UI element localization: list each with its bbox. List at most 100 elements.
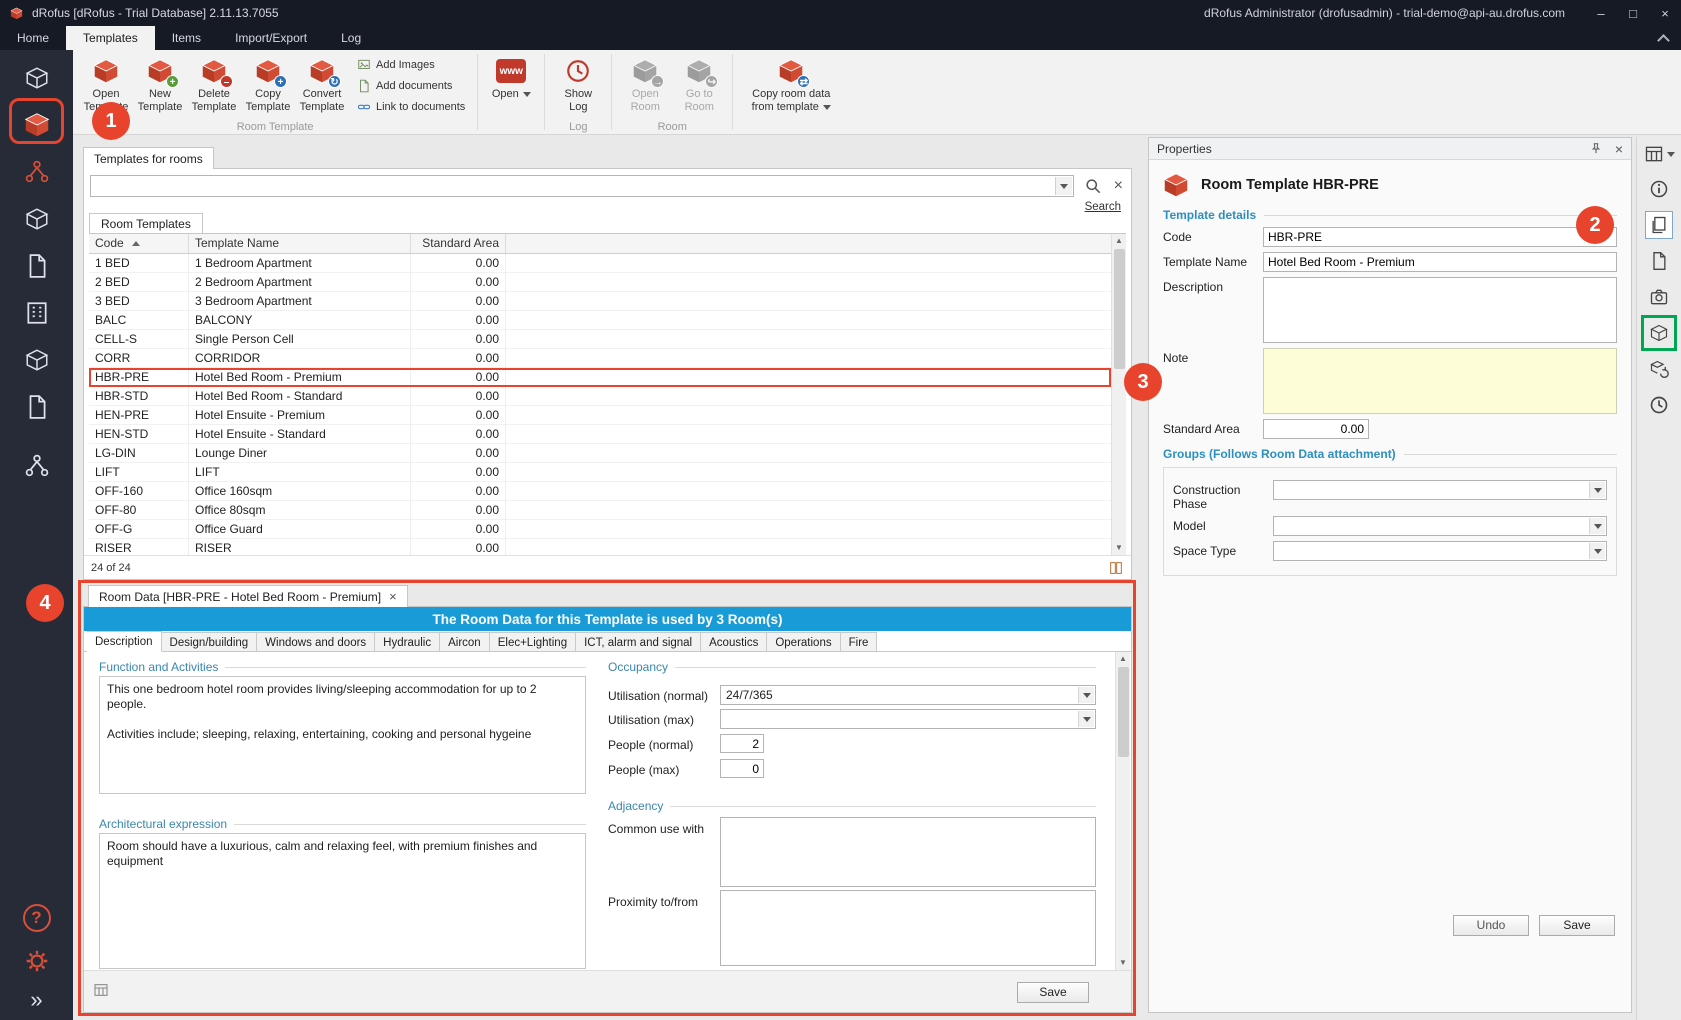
- search-input[interactable]: [92, 177, 1054, 195]
- close-properties-icon[interactable]: ×: [1615, 141, 1623, 157]
- scrollbar-thumb[interactable]: [1118, 667, 1129, 757]
- sidebar-item-reports[interactable]: [0, 387, 73, 427]
- scroll-up-icon[interactable]: ▲: [1115, 234, 1123, 248]
- function-activities-box[interactable]: This one bedroom hotel room provides liv…: [99, 676, 586, 794]
- close-button[interactable]: ×: [1649, 0, 1681, 26]
- sidebar-item-items[interactable]: [0, 152, 73, 192]
- room-templates-tab[interactable]: Room Templates: [89, 213, 203, 233]
- room-data-category-tab[interactable]: Operations: [767, 632, 840, 652]
- table-row[interactable]: 2 BED 2 Bedroom Apartment 0.00: [89, 273, 1111, 292]
- scroll-up-icon[interactable]: ▲: [1119, 652, 1127, 666]
- common-use-textarea[interactable]: [720, 817, 1096, 887]
- ribbon-tab[interactable]: Log: [324, 26, 378, 50]
- undo-button[interactable]: Undo: [1453, 915, 1529, 936]
- table-row[interactable]: BALC BALCONY 0.00: [89, 311, 1111, 330]
- room-data-save-button[interactable]: Save: [1017, 982, 1089, 1003]
- delete-template-button[interactable]: – DeleteTemplate: [187, 53, 241, 114]
- table-row[interactable]: 1 BED 1 Bedroom Apartment 0.00: [89, 254, 1111, 273]
- table-row[interactable]: OFF-80 Office 80sqm 0.00: [89, 501, 1111, 520]
- properties-save-button[interactable]: Save: [1539, 915, 1615, 936]
- add-documents-button[interactable]: Add documents: [357, 79, 465, 93]
- sidebar-item-rooms[interactable]: [0, 58, 73, 98]
- room-data-category-tab[interactable]: Elec+Lighting: [490, 632, 576, 652]
- ribbon-tab[interactable]: Home: [0, 26, 66, 50]
- info-view-icon[interactable]: [1645, 175, 1673, 203]
- properties-view-icon[interactable]: [1645, 211, 1673, 239]
- sidebar-item-room-templates[interactable]: [0, 105, 73, 145]
- column-header-area[interactable]: Standard Area: [411, 234, 506, 253]
- table-row[interactable]: LIFT LIFT 0.00: [89, 463, 1111, 482]
- sidebar-item-systems[interactable]: [0, 340, 73, 380]
- table-row[interactable]: LG-DIN Lounge Diner 0.00: [89, 444, 1111, 463]
- link-to-documents-button[interactable]: Link to documents: [357, 100, 465, 114]
- scroll-down-icon[interactable]: ▼: [1119, 956, 1127, 970]
- column-header-name[interactable]: Template Name: [189, 234, 411, 253]
- goto-room-button[interactable]: ↪ Go toRoom: [672, 53, 726, 114]
- detach-panel-icon[interactable]: [93, 982, 109, 998]
- scroll-down-icon[interactable]: ▼: [1115, 541, 1123, 555]
- search-dropdown-caret-icon[interactable]: [1055, 177, 1072, 195]
- room-data-category-tab[interactable]: ICT, alarm and signal: [576, 632, 701, 652]
- show-log-button[interactable]: ShowLog: [551, 53, 605, 114]
- proximity-textarea[interactable]: [720, 890, 1096, 966]
- space-type-select[interactable]: [1273, 541, 1607, 561]
- table-row[interactable]: HEN-PRE Hotel Ensuite - Premium 0.00: [89, 406, 1111, 425]
- pin-icon[interactable]: [1589, 142, 1603, 156]
- table-row[interactable]: RISER RISER 0.00: [89, 539, 1111, 555]
- add-images-button[interactable]: Add Images: [357, 58, 465, 72]
- room-data-category-tab[interactable]: Windows and doors: [257, 632, 375, 652]
- collapse-ribbon-icon[interactable]: [1657, 34, 1670, 47]
- ribbon-tab[interactable]: Items: [155, 26, 218, 50]
- clear-search-icon[interactable]: ×: [1112, 178, 1125, 194]
- room-data-category-tab[interactable]: Hydraulic: [375, 632, 440, 652]
- layout-table-icon[interactable]: [1644, 144, 1664, 164]
- report-book-icon[interactable]: [1108, 560, 1124, 576]
- sidebar-item-documents[interactable]: [0, 246, 73, 286]
- people-normal-input[interactable]: [720, 734, 764, 753]
- sidebar-item-products[interactable]: [0, 199, 73, 239]
- images-view-icon[interactable]: [1645, 283, 1673, 311]
- table-header[interactable]: Code Template Name Standard Area: [89, 234, 1111, 254]
- note-textarea[interactable]: [1263, 348, 1617, 414]
- room-data-scrollbar[interactable]: ▲ ▼: [1115, 652, 1130, 970]
- log-view-icon[interactable]: [1645, 391, 1673, 419]
- construction-phase-select[interactable]: [1273, 480, 1607, 500]
- template-name-input[interactable]: [1263, 252, 1617, 272]
- copy-room-data-button[interactable]: ⇄ Copy room data from template: [739, 53, 843, 114]
- scrollbar-thumb[interactable]: [1114, 249, 1125, 369]
- table-row[interactable]: HEN-STD Hotel Ensuite - Standard 0.00: [89, 425, 1111, 444]
- table-row[interactable]: HBR-PRE Hotel Bed Room - Premium 0.00: [89, 368, 1111, 387]
- layout-caret-icon[interactable]: [1667, 152, 1675, 157]
- column-header-code[interactable]: Code: [89, 234, 189, 253]
- expand-sidebar-icon[interactable]: »: [30, 990, 42, 1010]
- model-select[interactable]: [1273, 516, 1607, 536]
- room-template-view-icon[interactable]: [1645, 319, 1673, 347]
- room-data-category-tab[interactable]: Acoustics: [701, 632, 767, 652]
- documents-view-icon[interactable]: [1645, 247, 1673, 275]
- table-row[interactable]: HBR-STD Hotel Bed Room - Standard 0.00: [89, 387, 1111, 406]
- utilisation-normal-select[interactable]: 24/7/365: [720, 685, 1096, 705]
- settings-gear-icon[interactable]: [24, 948, 50, 974]
- www-open-button[interactable]: www Open: [484, 53, 538, 101]
- room-data-category-tab[interactable]: Design/building: [162, 632, 258, 652]
- close-tab-icon[interactable]: ×: [389, 589, 397, 604]
- table-row[interactable]: 3 BED 3 Bedroom Apartment 0.00: [89, 292, 1111, 311]
- people-max-input[interactable]: [720, 759, 764, 778]
- search-link[interactable]: Search: [1085, 201, 1121, 213]
- copy-template-button[interactable]: + CopyTemplate: [241, 53, 295, 114]
- minimize-button[interactable]: –: [1585, 0, 1617, 26]
- search-icon[interactable]: [1083, 176, 1103, 196]
- sidebar-item-buildings[interactable]: [0, 293, 73, 333]
- table-scrollbar[interactable]: ▲ ▼: [1111, 234, 1126, 555]
- code-input[interactable]: [1263, 227, 1617, 247]
- table-row[interactable]: CELL-S Single Person Cell 0.00: [89, 330, 1111, 349]
- room-data-category-tab[interactable]: Fire: [841, 632, 878, 652]
- description-textarea[interactable]: [1263, 277, 1617, 343]
- table-row[interactable]: OFF-160 Office 160sqm 0.00: [89, 482, 1111, 501]
- sidebar-item-collaboration[interactable]: [0, 446, 73, 486]
- room-data-category-tab[interactable]: Description: [87, 631, 162, 652]
- table-row[interactable]: OFF-G Office Guard 0.00: [89, 520, 1111, 539]
- room-data-category-tab[interactable]: Aircon: [440, 632, 490, 652]
- room-data-tab[interactable]: Room Data [HBR-PRE - Hotel Bed Room - Pr…: [88, 585, 408, 607]
- open-room-button[interactable]: → OpenRoom: [618, 53, 672, 114]
